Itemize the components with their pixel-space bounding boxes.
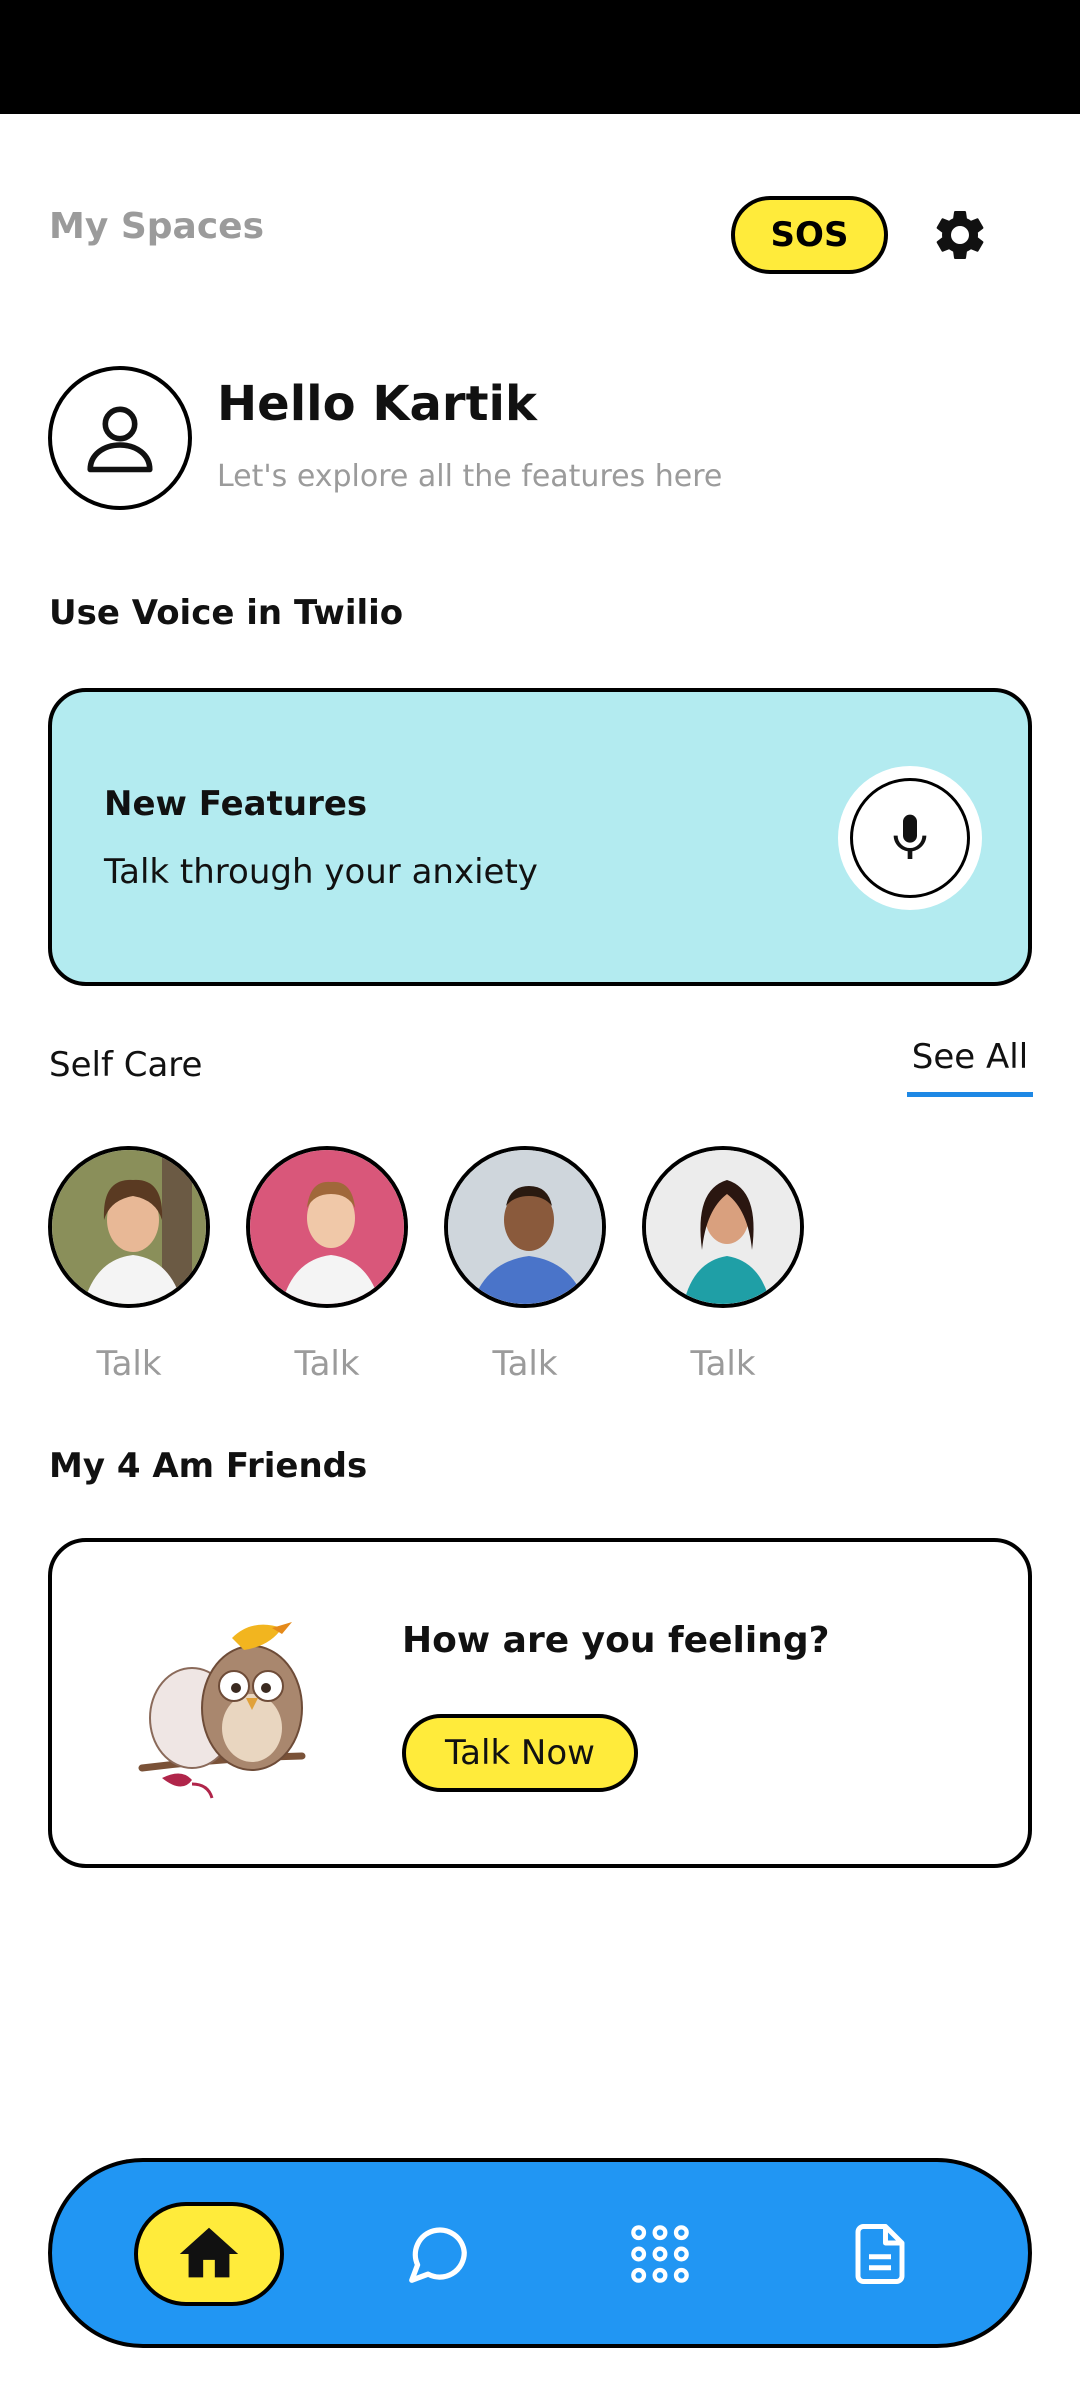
therapist-photo[interactable] <box>246 1146 408 1308</box>
self-care-item[interactable]: Talk <box>246 1146 408 1384</box>
nav-chat-button[interactable] <box>363 2202 513 2306</box>
status-bar <box>0 0 1080 114</box>
person-avatar-image <box>448 1150 602 1304</box>
home-icon <box>179 2227 239 2278</box>
nav-documents-button[interactable] <box>805 2202 955 2306</box>
user-icon <box>87 406 153 473</box>
friends-section-title: My 4 Am Friends <box>49 1446 368 1486</box>
page-title: My Spaces <box>49 206 264 247</box>
self-care-item[interactable]: Talk <box>48 1146 210 1384</box>
sos-button[interactable]: SOS <box>731 196 888 274</box>
friends-card: How are you feeling? Talk Now <box>48 1538 1032 1868</box>
avatar[interactable] <box>48 366 192 510</box>
microphone-icon <box>893 814 927 859</box>
talk-label: Talk <box>96 1344 162 1384</box>
greeting: Hello Kartik <box>217 376 537 432</box>
person-avatar-image <box>250 1150 404 1304</box>
gear-icon <box>936 210 984 259</box>
settings-button[interactable] <box>928 203 992 267</box>
therapist-photo[interactable] <box>48 1146 210 1308</box>
voice-card-title: New Features <box>104 784 368 824</box>
self-care-title: Self Care <box>49 1045 203 1085</box>
voice-section-title: Use Voice in Twilio <box>49 593 404 633</box>
document-icon <box>855 2224 905 2284</box>
talk-label: Talk <box>690 1344 756 1384</box>
microphone-button[interactable] <box>838 766 982 910</box>
therapist-photo[interactable] <box>642 1146 804 1308</box>
feeling-question: How are you feeling? <box>402 1620 830 1661</box>
talk-label: Talk <box>492 1344 558 1384</box>
chat-icon <box>409 2227 467 2283</box>
nav-apps-button[interactable] <box>585 2202 735 2306</box>
owl-illustration <box>132 1598 332 1808</box>
person-avatar-image <box>646 1150 800 1304</box>
voice-card-subtitle: Talk through your anxiety <box>104 852 538 892</box>
nav-home-button[interactable] <box>134 2202 284 2306</box>
therapist-photo[interactable] <box>444 1146 606 1308</box>
see-all-link[interactable]: See All <box>907 1037 1033 1097</box>
voice-feature-card[interactable]: New Features Talk through your anxiety <box>48 688 1032 986</box>
self-care-item[interactable]: Talk <box>642 1146 804 1384</box>
greeting-subtitle: Let's explore all the features here <box>217 459 723 494</box>
bottom-navigation <box>48 2158 1032 2348</box>
self-care-list: Talk Talk Talk Talk <box>48 1146 1048 1386</box>
person-avatar-image <box>52 1150 206 1304</box>
talk-label: Talk <box>294 1344 360 1384</box>
apps-grid-icon <box>631 2225 689 2283</box>
talk-now-button[interactable]: Talk Now <box>402 1714 638 1792</box>
self-care-item[interactable]: Talk <box>444 1146 606 1384</box>
